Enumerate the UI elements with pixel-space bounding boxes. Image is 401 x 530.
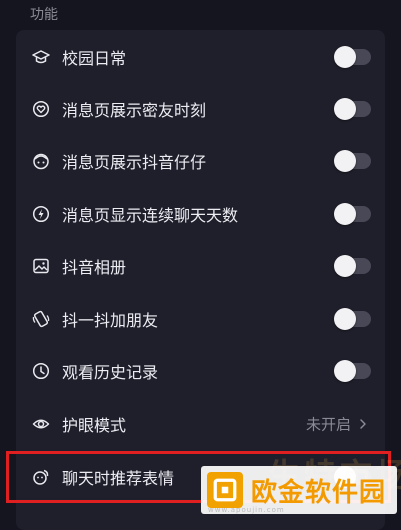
photo-album-icon: [32, 257, 50, 275]
row-chat-streak-days[interactable]: 消息页显示连续聊天天数: [16, 187, 385, 240]
toggle-switch[interactable]: [334, 359, 371, 382]
watermark-text: 欧金软件园: [251, 477, 387, 508]
eye-icon: [32, 415, 50, 433]
row-eye-protection[interactable]: 护眼模式 未开启: [16, 397, 385, 450]
toggle-switch[interactable]: [334, 254, 371, 277]
row-label: 护眼模式: [62, 415, 127, 435]
toggle-switch[interactable]: [334, 202, 371, 225]
toggle-switch[interactable]: [334, 45, 371, 68]
toggle-knob: [334, 202, 356, 225]
toggle-switch[interactable]: [334, 307, 371, 330]
row-douyin-album[interactable]: 抖音相册: [16, 239, 385, 292]
row-label: 消息页展示密友时刻: [62, 100, 207, 120]
row-label: 校园日常: [62, 48, 127, 68]
graduation-cap-icon: [32, 48, 50, 66]
toggle-switch[interactable]: [334, 149, 371, 172]
row-close-friend-moments[interactable]: 消息页展示密友时刻: [16, 82, 385, 135]
toggle-knob: [334, 149, 356, 172]
row-label: 消息页展示抖音仔仔: [62, 152, 207, 172]
watermark-logo-icon: [207, 472, 243, 508]
heart-circle-icon: [32, 100, 50, 118]
eye-protection-status: 未开启: [305, 415, 351, 433]
clock-icon: [32, 362, 50, 380]
row-label: 消息页显示连续聊天天数: [62, 205, 239, 225]
row-label: 聊天时推荐表情: [62, 468, 175, 488]
toggle-knob: [334, 307, 356, 330]
phone-shake-icon: [32, 310, 50, 328]
section-title: 功能: [30, 7, 58, 23]
row-shake-add-friends[interactable]: 抖一抖加朋友: [16, 292, 385, 345]
emoji-suggest-icon: [32, 468, 50, 486]
watermark-url: www.apoujin.com: [208, 506, 285, 514]
row-watch-history[interactable]: 观看历史记录: [16, 344, 385, 397]
toggle-knob: [334, 97, 356, 120]
toggle-switch[interactable]: [334, 97, 371, 120]
toggle-knob: [334, 359, 356, 382]
avatar-face-icon: [32, 152, 50, 170]
lightning-circle-icon: [32, 205, 50, 223]
row-douyin-zaizai[interactable]: 消息页展示抖音仔仔: [16, 134, 385, 187]
row-label: 抖一抖加朋友: [62, 310, 159, 330]
chevron-right-icon: [357, 418, 369, 430]
row-campus-daily[interactable]: 校园日常: [16, 30, 385, 83]
row-label: 抖音相册: [62, 257, 127, 277]
row-label: 观看历史记录: [62, 362, 159, 382]
toggle-knob: [334, 254, 356, 277]
toggle-knob: [334, 45, 356, 68]
